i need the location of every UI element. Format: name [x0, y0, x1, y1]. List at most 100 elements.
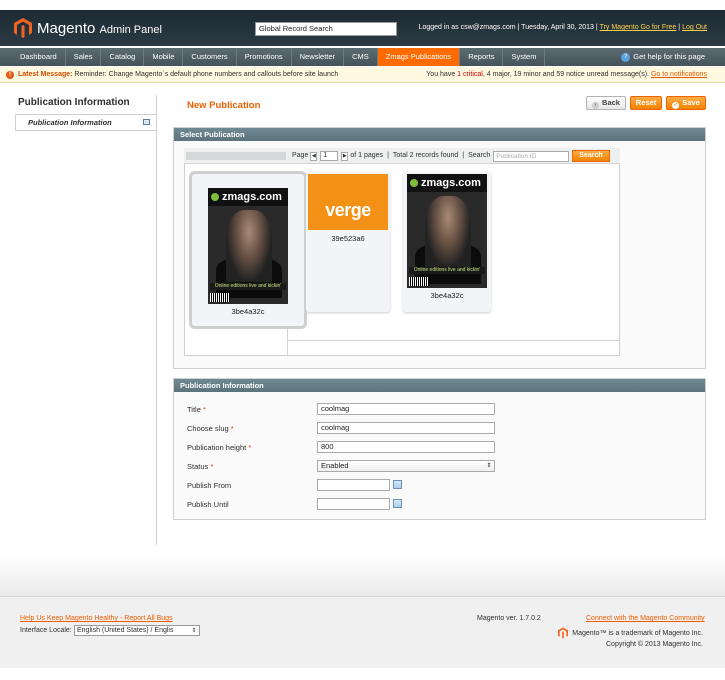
- main-nav: Dashboard Sales Catalog Mobile Customers…: [0, 48, 725, 66]
- nav-system[interactable]: System: [503, 48, 546, 66]
- message-summary: You have 1 critical, 4 major, 19 minor a…: [426, 67, 707, 83]
- magento-community-link[interactable]: Connect with the Magento Community: [586, 615, 705, 622]
- logged-in-text: Logged in as csw@zmags.com: [418, 24, 516, 31]
- message-summary-prefix: You have: [426, 71, 456, 78]
- separator: |: [595, 24, 598, 31]
- back-button[interactable]: ‹ Back: [586, 96, 626, 110]
- locale-selected-value: English (United States) / Englis: [77, 627, 174, 634]
- zmags-dot-icon: [211, 193, 219, 201]
- header-links: Logged in as csw@zmags.com | Tuesday, Ap…: [419, 24, 707, 31]
- next-page-icon[interactable]: ▶: [341, 151, 349, 161]
- field-label: Choose slug: [187, 424, 229, 433]
- publication-id: 3be4a32c: [430, 291, 464, 300]
- help-link[interactable]: ? Get help for this page: [621, 48, 705, 66]
- prev-page-icon[interactable]: ◀: [310, 151, 318, 161]
- publication-search-input[interactable]: Publication ID: [493, 150, 570, 162]
- required-mark: *: [230, 424, 234, 433]
- latest-message-label: Latest Message:: [18, 71, 73, 78]
- sidebar-title: Publication Information: [15, 95, 156, 115]
- publication-id: 3be4a32c: [231, 307, 265, 316]
- latest-message-text: Reminder: Change Magento`s default phone…: [74, 71, 339, 78]
- status-select[interactable]: Enabled ⇕: [317, 460, 495, 472]
- nav-cms[interactable]: CMS: [344, 48, 378, 66]
- footer-gradient: [0, 555, 725, 597]
- search-button[interactable]: Search: [572, 150, 610, 162]
- calendar-icon[interactable]: [393, 499, 402, 508]
- required-mark: *: [202, 405, 206, 414]
- help-text: Get help for this page: [633, 52, 705, 61]
- back-label: Back: [602, 98, 620, 107]
- nav-mobile[interactable]: Mobile: [144, 48, 184, 66]
- publication-cover-image: verge: [308, 174, 388, 230]
- publication-card[interactable]: verge 39e523a6: [306, 172, 390, 312]
- nav-customers[interactable]: Customers: [183, 48, 237, 66]
- logo-subtext: Admin Panel: [99, 23, 162, 36]
- nav-reports[interactable]: Reports: [460, 48, 504, 66]
- save-label: Save: [682, 98, 700, 107]
- nav-sales[interactable]: Sales: [66, 48, 102, 66]
- nav-zmags-publications[interactable]: Zmags Publications: [377, 48, 461, 66]
- go-to-notifications-link[interactable]: Go to notifications: [651, 71, 707, 78]
- logout-link[interactable]: Log Out: [682, 24, 707, 31]
- pager-divider: |: [462, 152, 465, 159]
- report-bugs-link[interactable]: Help Us Keep Magento Healthy - Report Al…: [20, 615, 173, 622]
- admin-header: Magento Admin Panel Global Record Search…: [0, 10, 725, 46]
- cover-figure-head: [425, 196, 471, 268]
- cover-tagline: Online editions live and kickin': [409, 267, 485, 274]
- interface-locale-label: Interface Locale:: [20, 627, 72, 634]
- try-magento-link[interactable]: Try Magento Go for Free: [600, 24, 677, 31]
- publish-from-label: Publish From: [187, 481, 232, 490]
- magento-logo-icon: [558, 627, 569, 639]
- magento-logo[interactable]: Magento Admin Panel: [14, 18, 162, 38]
- publication-card[interactable]: zmags.com Online editions live and kicki…: [403, 172, 491, 312]
- nav-dashboard[interactable]: Dashboard: [12, 48, 66, 66]
- magento-logo-icon: [14, 18, 32, 38]
- system-message-bar: ! Latest Message: Reminder: Change Magen…: [0, 67, 725, 83]
- select-arrows-icon: ⇕: [191, 628, 197, 634]
- nav-catalog[interactable]: Catalog: [101, 48, 145, 66]
- page-number-input[interactable]: 1: [320, 151, 339, 161]
- reset-button[interactable]: Reset: [630, 96, 662, 110]
- select-arrows-icon: ⇕: [486, 463, 492, 469]
- pager-total-pages: of 1 pages: [350, 152, 384, 159]
- publication-card[interactable]: zmags.com Online editions live and kicki…: [189, 171, 307, 329]
- page-title: New Publication: [187, 100, 261, 111]
- trademark-text: Magento™ is a trademark of Magento Inc.: [572, 629, 703, 637]
- help-icon: ?: [621, 52, 631, 62]
- sidebar-tab-publication-information[interactable]: Publication Information: [15, 115, 156, 131]
- title-label: Title *: [187, 405, 206, 414]
- separator: |: [517, 24, 520, 31]
- zmags-dot-icon: [410, 179, 418, 187]
- message-summary-rest: , 4 major, 19 minor and 59 notice unread…: [482, 71, 650, 78]
- field-label: Title: [187, 405, 201, 414]
- sidebar-tab-label: Publication Information: [28, 118, 112, 127]
- save-button[interactable]: ✓ Save: [666, 96, 706, 110]
- global-search-input[interactable]: Global Record Search: [255, 22, 397, 36]
- calendar-icon[interactable]: [393, 480, 402, 489]
- interface-locale-select[interactable]: English (United States) / Englis ⇕: [74, 625, 200, 636]
- nav-newsletter[interactable]: Newsletter: [292, 48, 345, 66]
- slug-label: Choose slug *: [187, 424, 234, 433]
- records-count: Total 2 records found: [392, 152, 459, 159]
- select-publication-section: Select Publication Page ◀ 1 ▶ of 1 pages…: [173, 127, 706, 369]
- publication-height-label: Publication height *: [187, 443, 251, 452]
- publish-until-input[interactable]: [317, 498, 390, 510]
- publication-height-input[interactable]: 800: [317, 441, 495, 453]
- required-mark: *: [248, 443, 252, 452]
- field-label: Publication height: [187, 443, 247, 452]
- publication-id: 39e523a6: [331, 234, 365, 243]
- title-input[interactable]: coolmag: [317, 403, 495, 415]
- trademark-notice: Magento™ is a trademark of Magento Inc.: [558, 627, 703, 639]
- section-header: Publication Information: [174, 379, 705, 392]
- required-mark: *: [210, 462, 214, 471]
- nav-promotions[interactable]: Promotions: [237, 48, 292, 66]
- slug-input[interactable]: coolmag: [317, 422, 495, 434]
- publish-until-label: Publish Until: [187, 500, 229, 509]
- cover-brand: zmags.com: [421, 177, 481, 189]
- cover-figure-head: [226, 210, 272, 282]
- tab-status-icon: [143, 119, 150, 125]
- magento-version: Magento ver. 1.7.0.2: [477, 615, 541, 622]
- publish-from-input[interactable]: [317, 479, 390, 491]
- pager-divider: |: [387, 152, 389, 159]
- publication-information-section: Publication Information Title * coolmag …: [173, 378, 706, 520]
